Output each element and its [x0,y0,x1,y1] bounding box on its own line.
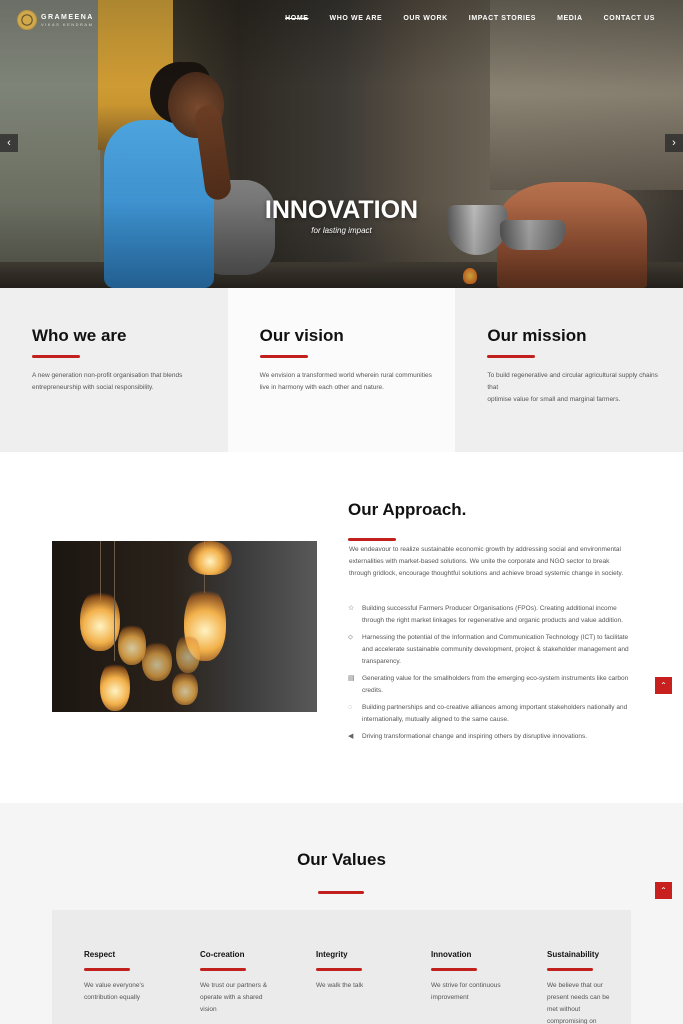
approach-intro: We endeavour to realize sustainable econ… [349,546,624,577]
scroll-to-top-icon[interactable]: ⌃ [655,677,672,694]
nav-our-work[interactable]: OUR WORK [403,15,447,22]
card-title: Our vision [259,326,344,345]
card-who-we-are: Who we are A new generation non-profit o… [0,288,228,452]
bulb-wire [114,541,115,661]
main-nav: HOME WHO WE ARE OUR WORK IMPACT STORIES … [285,15,655,22]
value-name: Innovation [431,950,472,959]
logo-tagline: VIKAS KENDRAM [41,21,94,27]
bulb [142,641,172,681]
title-underline [316,968,362,971]
value-sustainability: Sustainability We believe that our prese… [547,950,642,1024]
card-text: We envision a transformed world wherein … [259,372,432,391]
list-item-text: Harnessing the potential of the Informat… [362,634,629,665]
list-item: ◌ Building partnerships and co-creative a… [348,702,638,726]
value-co-creation: Co-creation We trust our partners & oper… [200,950,295,1016]
value-innovation: Innovation We strive for continuous impr… [431,950,526,1004]
card-text: To build regenerative and circular agric… [487,370,667,406]
logo-name: GRAMEENA [41,13,94,21]
bulb [100,661,130,711]
nav-contact-us[interactable]: CONTACT US [604,15,655,22]
title-underline [259,355,308,358]
card-text-line: To build regenerative and circular agric… [487,372,658,391]
title-underline [200,968,246,971]
value-name: Respect [84,950,116,959]
values-title: Our Values [297,850,386,869]
title-underline [84,968,130,971]
title-underline [348,538,396,541]
title-underline [318,891,364,894]
nav-home[interactable]: HOME [285,15,308,22]
nav-impact-stories[interactable]: IMPACT STORIES [469,15,536,22]
approach-image-light-bulbs [52,541,317,712]
card-title: Who we are [32,326,127,345]
card-our-mission: Our mission To build regenerative and ci… [455,288,683,452]
card-our-vision: Our vision We envision a transformed wor… [227,288,456,452]
nav-who-we-are[interactable]: WHO WE ARE [330,15,383,22]
value-text: We believe that our present needs can be… [547,982,610,1024]
slider-next-icon[interactable]: › [665,134,683,152]
tag-icon: ⬦ [348,634,353,641]
bulb [172,671,198,705]
value-respect: Respect We value everyone's contribution… [84,950,179,1004]
value-text: We value everyone's contribution equally [84,982,145,1001]
card-text-line: optimise value for small and marginal fa… [487,396,621,403]
book-icon: ▤ [348,675,355,682]
list-item: ◀ Driving transformational change and ins… [348,731,638,743]
list-item-text: Building partnerships and co-creative al… [362,704,628,723]
value-text: We strive for continuous improvement [431,982,501,1001]
list-item-text: Generating value for the smallholders fr… [362,675,629,694]
list-item: ⬦ Harnessing the potential of the Informa… [348,632,638,668]
title-underline [32,355,80,358]
bulb [176,633,200,673]
value-name: Sustainability [547,950,600,959]
value-text: We trust our partners & operate with a s… [200,982,268,1013]
slider-prev-icon[interactable]: ‹ [0,134,18,152]
chat-icon: ◌ [348,704,353,711]
scroll-to-top-icon[interactable]: ⌃ [655,882,672,899]
bulb [188,541,232,575]
title-underline [431,968,477,971]
value-name: Co-creation [200,950,245,959]
value-integrity: Integrity We walk the talk [316,950,411,992]
hero-title: INNOVATION [264,196,419,224]
intro-cards: Who we are A new generation non-profit o… [0,288,683,452]
list-item: ▤ Generating value for the smallholders f… [348,673,638,697]
title-underline [547,968,593,971]
approach-list: ☆ Building successful Farmers Producer Or… [348,603,638,748]
card-text: A new generation non-profit organisation… [32,372,183,391]
list-item: ☆ Building successful Farmers Producer Or… [348,603,638,627]
hero-slider: GRAMEENA VIKAS KENDRAM HOME WHO WE ARE O… [0,0,683,288]
hero-overlay [0,0,683,288]
card-title: Our mission [487,326,587,345]
star-icon: ☆ [348,605,355,612]
approach-title: Our Approach. [348,500,467,519]
title-underline [487,355,536,358]
value-name: Integrity [316,950,348,959]
page: GRAMEENA VIKAS KENDRAM HOME WHO WE ARE O… [0,0,683,1024]
nav-media[interactable]: MEDIA [557,15,583,22]
logo-icon [17,10,37,30]
list-item-text: Driving transformational change and insp… [362,733,588,740]
value-text: We walk the talk [316,982,364,989]
megaphone-icon: ◀ [348,733,354,740]
list-item-text: Building successful Farmers Producer Org… [362,605,623,624]
site-logo[interactable]: GRAMEENA VIKAS KENDRAM [17,10,94,30]
hero-subtitle: for lasting impact [311,226,372,235]
